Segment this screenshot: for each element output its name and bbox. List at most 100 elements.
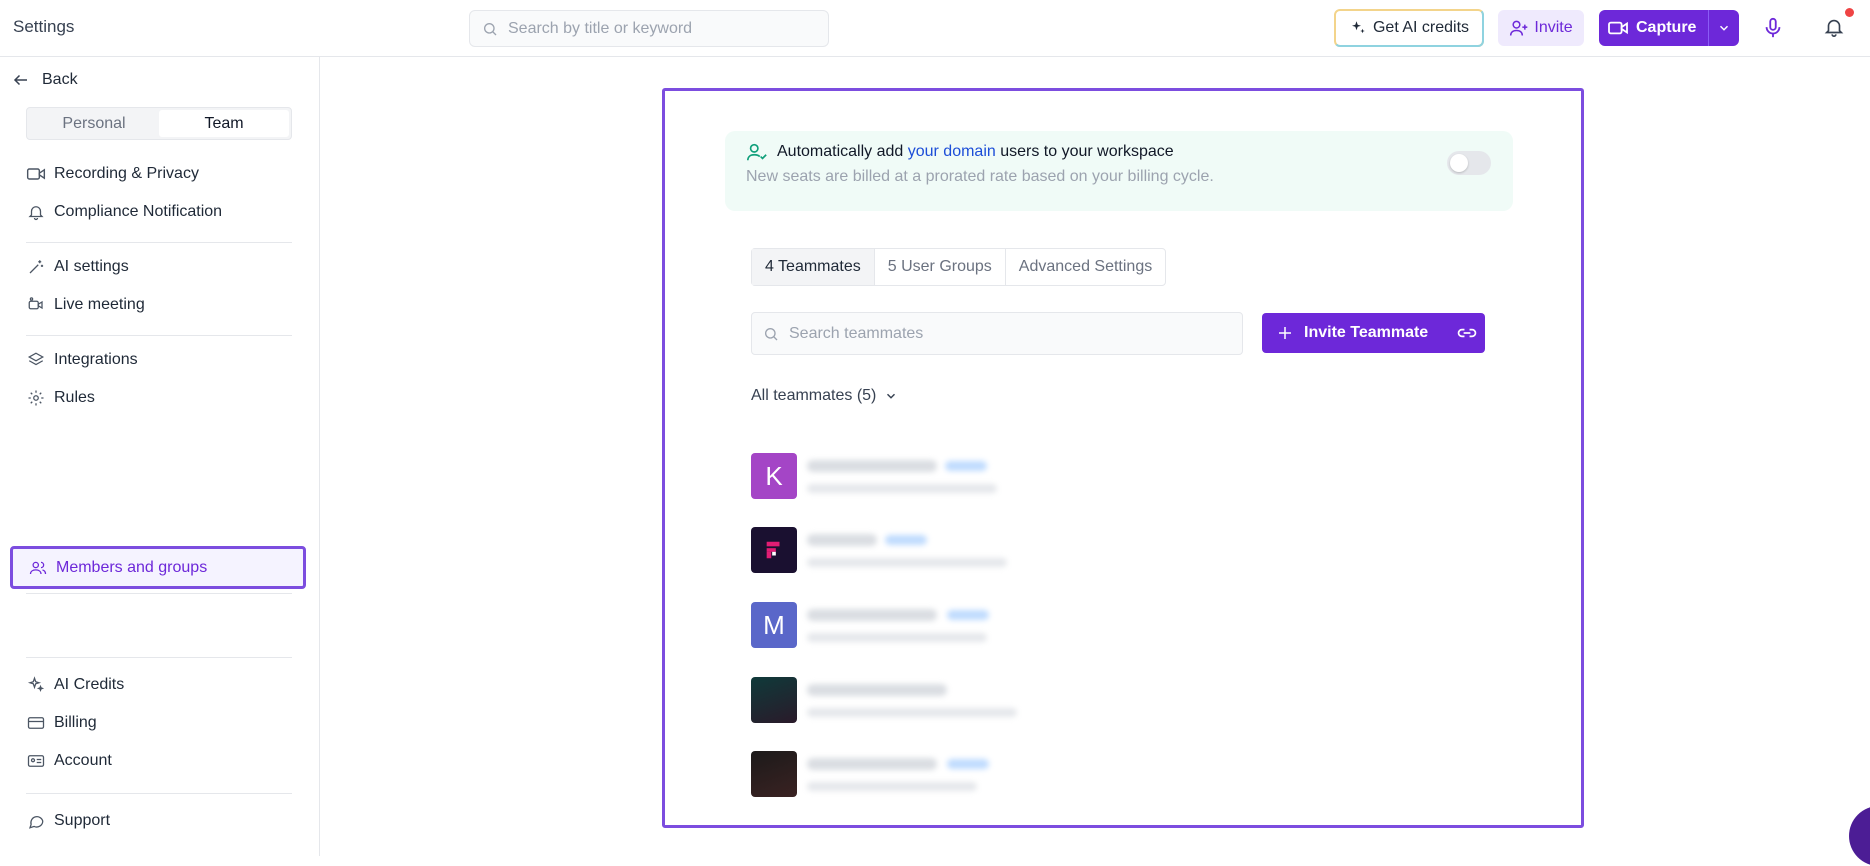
sparkles-icon: [27, 676, 45, 693]
avatar: [751, 677, 797, 723]
search-icon: [484, 22, 497, 35]
avatar: [751, 751, 797, 797]
members-tabs: 4 Teammates 5 User Groups Advanced Setti…: [751, 248, 1167, 286]
capture-main[interactable]: Capture: [1599, 10, 1709, 46]
gear-icon: [28, 390, 44, 406]
chevron-down-icon: [887, 393, 896, 399]
member-name-blurred: [807, 609, 937, 621]
top-bar: Settings Search by title or keyword Get …: [0, 0, 1870, 57]
member-name-blurred: [807, 758, 937, 770]
invite-teammate-button[interactable]: Invite Teammate: [1262, 313, 1485, 353]
sidebar-item-label: AI Credits: [54, 676, 125, 693]
segment-personal[interactable]: Personal: [29, 110, 159, 137]
tab-user-groups[interactable]: 5 User Groups: [875, 249, 1006, 285]
link-icon: [1457, 328, 1476, 338]
video-camera-icon: [1608, 21, 1628, 35]
settings-sidebar: Back Personal Team Recording & Privacy C…: [0, 57, 320, 856]
sidebar-divider: [26, 657, 292, 658]
tab-advanced-settings[interactable]: Advanced Settings: [1006, 249, 1165, 285]
teammate-search-placeholder: Search teammates: [789, 324, 924, 342]
global-search-input[interactable]: Search by title or keyword: [469, 10, 829, 47]
invite-teammate-label: Invite Teammate: [1304, 324, 1429, 341]
microphone-icon: [1765, 17, 1781, 38]
teammate-search-input[interactable]: Search teammates: [751, 312, 1243, 355]
sidebar-item-label: Integrations: [54, 351, 138, 368]
avatar-initial: K: [765, 460, 783, 491]
banner-subtext: New seats are billed at a prorated rate …: [746, 168, 1214, 185]
arrow-left-icon: [13, 74, 27, 86]
member-role-badge-blurred: [947, 610, 989, 620]
sidebar-item-label: Recording & Privacy: [54, 165, 199, 182]
copy-invite-link-button[interactable]: [1448, 325, 1485, 341]
sidebar-divider: [26, 335, 292, 336]
help-chat-launcher[interactable]: [1849, 806, 1870, 866]
teammate-filter-dropdown[interactable]: All teammates (5): [751, 387, 898, 405]
sidebar-item-support[interactable]: Support: [26, 812, 110, 830]
avatar: M: [751, 602, 797, 648]
sidebar-item-ai-credits[interactable]: AI Credits: [26, 676, 124, 694]
sidebar-item-rules[interactable]: Rules: [26, 389, 95, 407]
sidebar-item-label: Rules: [54, 389, 95, 406]
get-ai-credits-button[interactable]: Get AI credits: [1334, 9, 1484, 47]
notification-dot: [1845, 8, 1854, 17]
avatar: [751, 527, 797, 573]
sidebar-item-ai-settings[interactable]: AI settings: [26, 258, 129, 276]
member-name-blurred: [807, 684, 947, 696]
sidebar-item-billing[interactable]: Billing: [26, 714, 97, 732]
member-role-badge-blurred: [945, 461, 987, 471]
avatar-initial: M: [763, 609, 785, 640]
capture-label: Capture: [1636, 19, 1697, 36]
sidebar-divider: [26, 593, 292, 594]
member-role-badge-blurred: [947, 759, 989, 769]
invite-button[interactable]: Invite: [1498, 10, 1584, 46]
scope-switch[interactable]: Personal Team: [26, 107, 292, 140]
member-email-blurred: [807, 484, 997, 493]
sidebar-item-label: AI settings: [54, 258, 129, 275]
sidebar-item-compliance-notification[interactable]: Compliance Notification: [26, 203, 222, 221]
video-camera-icon: [26, 168, 46, 180]
magic-wand-icon: [29, 260, 44, 274]
member-email-blurred: [807, 708, 1017, 717]
sidebar-item-integrations[interactable]: Integrations: [26, 351, 138, 369]
search-placeholder: Search by title or keyword: [508, 19, 693, 37]
notifications-button[interactable]: [1823, 15, 1845, 44]
search-icon: [765, 327, 778, 340]
avatar: K: [751, 453, 797, 499]
user-check-icon: [747, 143, 767, 161]
segment-team[interactable]: Team: [159, 110, 289, 137]
banner-text-after: users to your workspace: [995, 143, 1174, 160]
sidebar-item-label: Compliance Notification: [54, 203, 223, 220]
sidebar-item-label: Account: [54, 752, 112, 769]
id-card-icon: [27, 755, 45, 767]
capture-dropdown[interactable]: [1709, 21, 1739, 35]
banner-text-before: Automatically add: [777, 143, 908, 160]
sidebar-item-label: Support: [54, 812, 111, 829]
invite-label: Invite: [1534, 19, 1573, 36]
back-link[interactable]: Back: [12, 71, 78, 89]
bell-icon: [28, 206, 44, 221]
get-ai-credits-label: Get AI credits: [1372, 19, 1470, 36]
auto-add-toggle[interactable]: [1447, 151, 1491, 175]
member-email-blurred: [807, 782, 977, 791]
banner-title: Automatically add your domain users to y…: [745, 141, 1174, 163]
plus-icon: [1279, 327, 1291, 339]
sidebar-item-label: Billing: [54, 714, 97, 731]
sidebar-divider: [26, 793, 292, 794]
toggle-knob: [1450, 154, 1468, 172]
sidebar-item-recording-privacy[interactable]: Recording & Privacy: [26, 165, 199, 183]
sidebar-item-members-and-groups[interactable]: Members and groups: [10, 546, 306, 589]
filter-label: All teammates (5): [751, 387, 877, 404]
capture-button[interactable]: Capture: [1599, 10, 1739, 46]
member-name-blurred: [807, 534, 877, 546]
your-domain-link[interactable]: your domain: [908, 143, 996, 160]
sparkles-icon: [1351, 21, 1365, 34]
bell-icon: [1824, 19, 1844, 37]
member-role-badge-blurred: [885, 535, 927, 545]
microphone-button[interactable]: [1762, 16, 1784, 45]
page-title: Settings: [13, 17, 75, 36]
invite-teammate-main[interactable]: Invite Teammate: [1262, 324, 1448, 342]
member-email-blurred: [807, 558, 1007, 567]
sidebar-item-account[interactable]: Account: [26, 752, 112, 770]
sidebar-item-live-meeting[interactable]: Live meeting: [26, 296, 145, 314]
tab-teammates[interactable]: 4 Teammates: [752, 249, 875, 285]
